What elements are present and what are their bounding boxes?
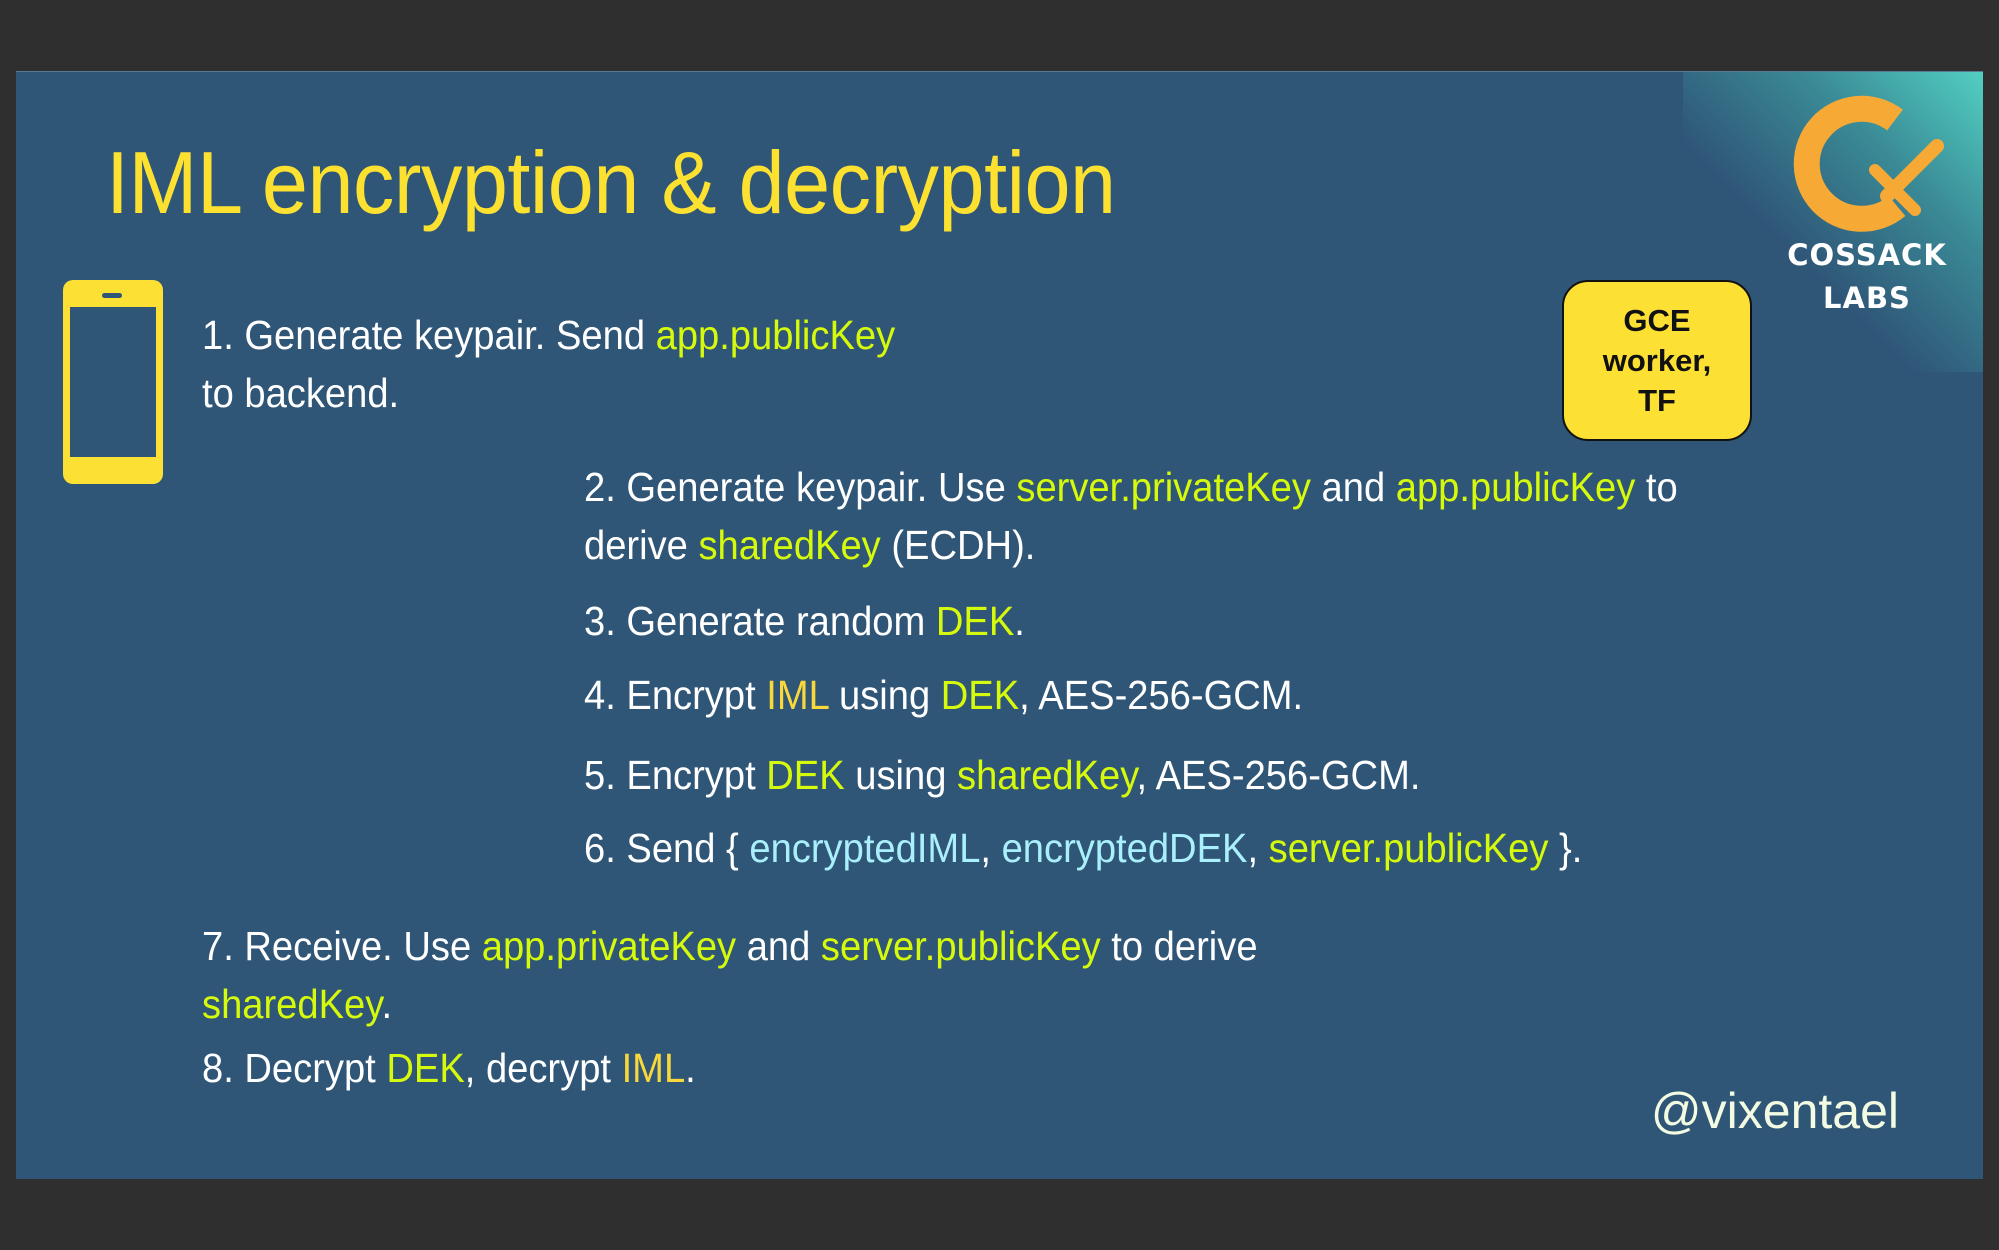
badge-line3: TF xyxy=(1638,382,1676,418)
cossack-labs-logo: COSSACK LABS xyxy=(1777,84,1957,320)
smartphone-icon xyxy=(63,280,163,489)
key-sharedkey: sharedKey xyxy=(698,522,881,568)
cossack-labs-logo-icon xyxy=(1793,95,1944,232)
key-dek: DEK xyxy=(386,1045,465,1091)
term-iml: IML xyxy=(621,1045,686,1091)
key-dek: DEK xyxy=(766,752,845,798)
term-encrypted-iml: encryptedIML xyxy=(749,825,981,871)
slide: IML encryption & decryption COSSACK LABS… xyxy=(16,71,1983,1179)
logo-text-line2: LABS xyxy=(1823,281,1911,315)
term-iml: IML xyxy=(766,672,829,718)
slide-title: IML encryption & decryption xyxy=(106,133,1116,232)
key-server-privatekey: server.privateKey xyxy=(1016,464,1311,510)
key-dek: DEK xyxy=(935,598,1015,644)
logo-text-line1: COSSACK xyxy=(1787,238,1947,272)
step-4: 4. Encrypt IML using DEK, AES-256-GCM. xyxy=(584,672,1304,718)
step-8: 8. Decrypt DEK, decrypt IML. xyxy=(202,1045,696,1091)
gce-worker-badge: GCE worker, TF xyxy=(1562,280,1752,441)
step-1: 1. Generate keypair. Send app.publicKey … xyxy=(202,312,896,416)
step-2: 2. Generate keypair. Use server.privateK… xyxy=(584,464,1678,568)
author-handle: @vixentael xyxy=(1650,1083,1899,1139)
badge-line1: GCE xyxy=(1623,302,1691,338)
step-3: 3. Generate random DEK. xyxy=(584,598,1025,644)
term-encrypted-dek: encryptedDEK xyxy=(1001,825,1248,871)
step-7: 7. Receive. Use app.privateKey and serve… xyxy=(202,923,1258,1027)
key-dek: DEK xyxy=(940,672,1020,718)
key-server-publickey: server.publicKey xyxy=(820,923,1101,969)
badge-line2: worker, xyxy=(1602,342,1712,378)
step-5: 5. Encrypt DEK using sharedKey, AES-256-… xyxy=(584,752,1421,798)
key-server-publickey: server.publicKey xyxy=(1268,825,1549,871)
key-app-publickey: app.publicKey xyxy=(1395,464,1636,510)
key-app-privatekey: app.privateKey xyxy=(481,923,737,969)
key-sharedkey: sharedKey xyxy=(957,752,1137,798)
key-app-publickey: app.publicKey xyxy=(655,312,896,358)
step-6: 6. Send { encryptedIML, encryptedDEK, se… xyxy=(584,825,1583,871)
key-sharedkey: sharedKey xyxy=(202,981,382,1027)
